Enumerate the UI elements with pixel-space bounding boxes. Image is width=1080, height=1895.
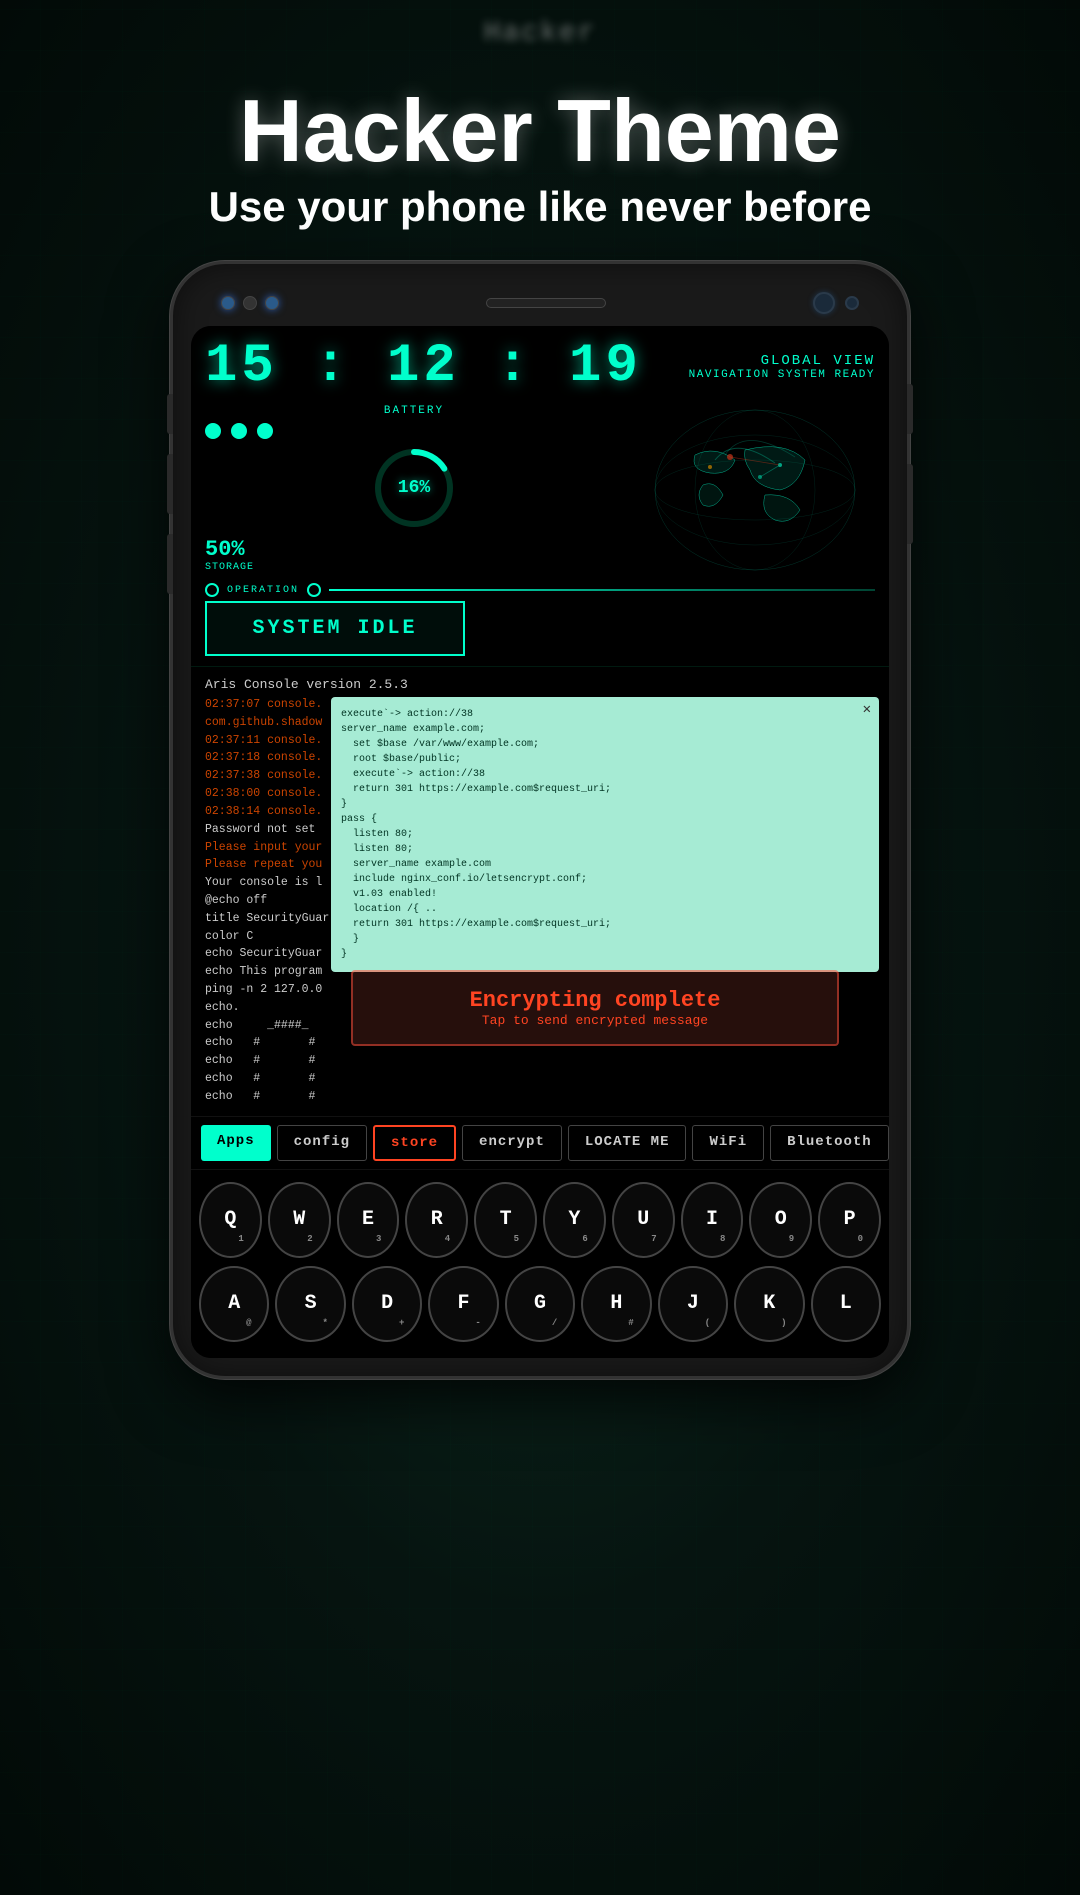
app-name: Hacker [484,18,597,49]
tab-wifi[interactable]: WiFi [692,1125,764,1161]
dot-3 [265,296,279,310]
keyboard-section: Q1 W2 E3 R4 T5 Y6 U7 I8 O9 P0 A@ S* [191,1169,889,1358]
phone-frame: 15 : 12 : 19 GLOBAL VIEW NAVIGATION SYST… [170,261,910,1379]
volume-down-button[interactable] [167,534,173,594]
main-title: Hacker Theme [209,87,872,175]
battery-circle: 16% [369,443,459,533]
op-circle-2 [307,583,321,597]
battery-dot-2 [231,423,247,439]
terminal-section: Aris Console version 2.5.3 02:37:07 cons… [191,666,889,1116]
tab-encrypt[interactable]: encrypt [462,1125,562,1161]
tab-bluetooth[interactable]: Bluetooth [770,1125,889,1161]
phone-top-bar [191,292,889,326]
keyboard-row-2: A@ S* D+ F- G/ H# J( K) L [199,1266,881,1342]
main-content: Hacker Hacker Theme Use your phone like … [0,0,1080,1895]
volume-up-button[interactable] [167,454,173,514]
key-p[interactable]: P0 [818,1182,881,1258]
battery-label: BATTERY [205,405,623,417]
storage-percent: 50% [205,537,623,562]
key-u[interactable]: U7 [612,1182,675,1258]
op-circle-1 [205,583,219,597]
battery-dot-1 [205,423,221,439]
clock-row: 15 : 12 : 19 GLOBAL VIEW NAVIGATION SYST… [205,336,875,397]
top-bar: Hacker [0,0,1080,67]
key-i[interactable]: I8 [681,1182,744,1258]
key-j[interactable]: J( [658,1266,728,1342]
code-popup-content: execute`-> action://38 server_name examp… [341,707,869,962]
tab-store[interactable]: store [373,1125,456,1161]
key-s[interactable]: S* [275,1266,345,1342]
phone-screen: 15 : 12 : 19 GLOBAL VIEW NAVIGATION SYST… [191,326,889,1358]
key-q[interactable]: Q1 [199,1182,262,1258]
dot-2 [243,296,257,310]
tab-config[interactable]: config [277,1125,367,1161]
system-idle-box: SYSTEM IDLE [205,601,465,656]
battery-indicators [205,423,623,439]
stats-row: BATTERY 16% [205,405,875,575]
header-section: Hacker Theme Use your phone like never b… [149,67,932,261]
key-g[interactable]: G/ [505,1266,575,1342]
op-line [329,589,875,591]
key-e[interactable]: E3 [337,1182,400,1258]
operation-section: OPERATION SYSTEM IDLE [205,583,875,656]
volume-button[interactable] [907,464,913,544]
key-r[interactable]: R4 [405,1182,468,1258]
phone-sensor-dots [221,296,279,310]
encrypt-subtitle: Tap to send encrypted message [369,1013,821,1028]
tab-apps[interactable]: Apps [201,1125,271,1161]
dashboard: 15 : 12 : 19 GLOBAL VIEW NAVIGATION SYST… [191,326,889,666]
operation-bar: OPERATION [205,583,875,597]
world-map [635,405,875,575]
key-t[interactable]: T5 [474,1182,537,1258]
encrypt-title: Encrypting complete [369,988,821,1013]
main-camera [813,292,835,314]
op-label: OPERATION [227,585,299,596]
global-view-label: GLOBAL VIEW [689,353,875,369]
terminal-version: Aris Console version 2.5.3 [205,677,875,692]
system-labels: GLOBAL VIEW NAVIGATION SYSTEM READY [689,353,875,381]
key-w[interactable]: W2 [268,1182,331,1258]
subtitle: Use your phone like never before [209,183,872,231]
dot-1 [221,296,235,310]
encrypt-popup[interactable]: Encrypting complete Tap to send encrypte… [351,970,839,1046]
key-y[interactable]: Y6 [543,1182,606,1258]
tab-bar: Apps config store encrypt LOCATE ME WiFi… [191,1116,889,1169]
phone-cameras [813,292,859,314]
key-k[interactable]: K) [734,1266,804,1342]
storage-label: STORAGE [205,562,623,573]
tab-locate[interactable]: LOCATE ME [568,1125,687,1161]
battery-dot-3 [257,423,273,439]
key-d[interactable]: D+ [352,1266,422,1342]
key-a[interactable]: A@ [199,1266,269,1342]
phone-speaker [486,298,606,308]
phone-container: 15 : 12 : 19 GLOBAL VIEW NAVIGATION SYST… [170,261,910,1379]
clock-display: 15 : 12 : 19 [205,336,642,397]
nav-system-label: NAVIGATION SYSTEM READY [689,369,875,381]
popup-close-button[interactable]: ✕ [863,701,871,718]
system-idle-text: SYSTEM IDLE [227,617,443,640]
battery-percent: 16% [398,478,430,498]
key-f[interactable]: F- [428,1266,498,1342]
secondary-camera [845,296,859,310]
keyboard-row-1: Q1 W2 E3 R4 T5 Y6 U7 I8 O9 P0 [199,1182,881,1258]
key-o[interactable]: O9 [749,1182,812,1258]
power-button[interactable] [907,384,913,434]
key-h[interactable]: H# [581,1266,651,1342]
code-popup[interactable]: ✕ execute`-> action://38 server_name exa… [331,697,879,972]
side-button-left-1[interactable] [167,394,173,434]
key-l[interactable]: L [811,1266,881,1342]
battery-section: BATTERY 16% [205,405,623,573]
